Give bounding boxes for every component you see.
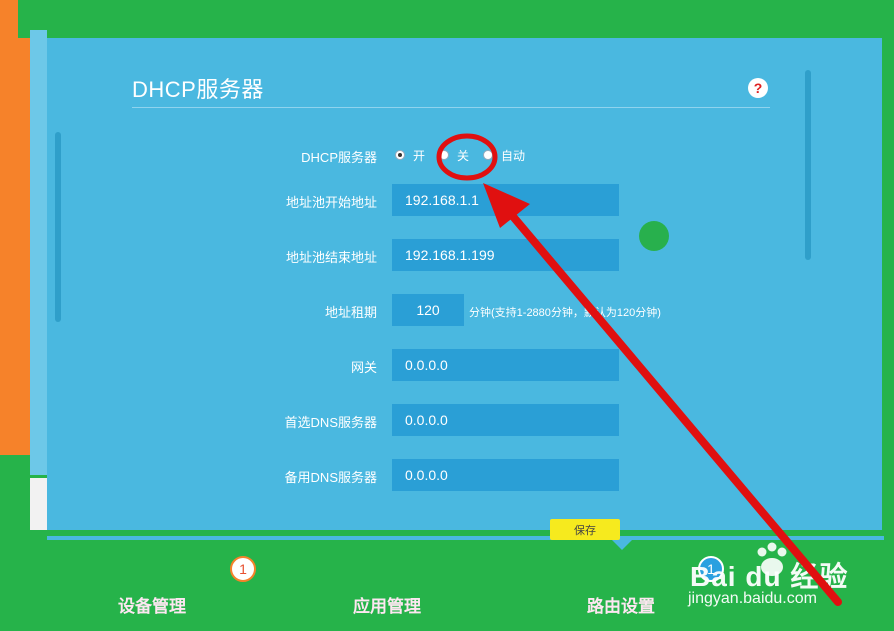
radio-off-icon[interactable] [439,150,450,160]
pool-end-label: 地址池结束地址 [285,250,377,265]
pool-end-input[interactable]: 192.168.1.199 [392,239,619,271]
pool-start-label: 地址池开始地址 [285,195,377,210]
radio-auto-icon[interactable] [483,150,494,160]
dhcp-option-auto[interactable]: 自动 [483,147,525,164]
nav-device-management[interactable]: 设备管理 [118,592,186,617]
watermark-url: jingyan.baidu.com [688,590,817,607]
dns1-label: 首选DNS服务器 [284,415,377,430]
dns2-input[interactable]: 0.0.0.0 [392,459,619,491]
gateway-input[interactable]: 0.0.0.0 [392,349,619,381]
title-divider [132,107,770,108]
frame-orange-edge [0,0,30,455]
pool-start-input[interactable]: 192.168.1.1 [392,184,619,216]
watermark-brand: Bai du 经验 [690,561,849,592]
right-scrollbar[interactable] [805,70,811,260]
dhcp-option-off[interactable]: 关 [439,147,469,164]
save-button[interactable]: 保存 [550,519,620,540]
dhcp-option-on[interactable]: 开 [395,147,425,164]
green-dot-marker [639,221,669,251]
left-side-strip [30,30,47,475]
radio-on-icon[interactable] [395,150,405,160]
dhcp-option-off-label: 关 [457,148,470,163]
nav-app-management[interactable]: 应用管理 [353,592,421,617]
dhcp-option-on-label: 开 [413,148,426,163]
nav-router-settings[interactable]: 路由设置 [587,592,655,617]
dns1-input[interactable]: 0.0.0.0 [392,404,619,436]
lease-label: 地址租期 [324,305,377,320]
page-title: DHCP服务器 [132,77,264,102]
dhcp-option-auto-label: 自动 [501,148,526,163]
lease-input[interactable]: 120 [392,294,464,326]
dhcp-radio-group: 开 关 自动 [395,147,539,163]
dns2-label: 备用DNS服务器 [284,470,377,485]
left-scrollbar[interactable] [55,132,61,322]
settings-panel [47,38,882,530]
frame-top-band [18,0,894,38]
left-side-white [30,478,47,530]
gateway-label: 网关 [350,360,377,375]
dhcp-server-label: DHCP服务器 [301,150,377,165]
question-icon[interactable]: ? [748,78,768,98]
lease-hint: 分钟(支持1-2880分钟，默认为120分钟) [469,307,661,319]
